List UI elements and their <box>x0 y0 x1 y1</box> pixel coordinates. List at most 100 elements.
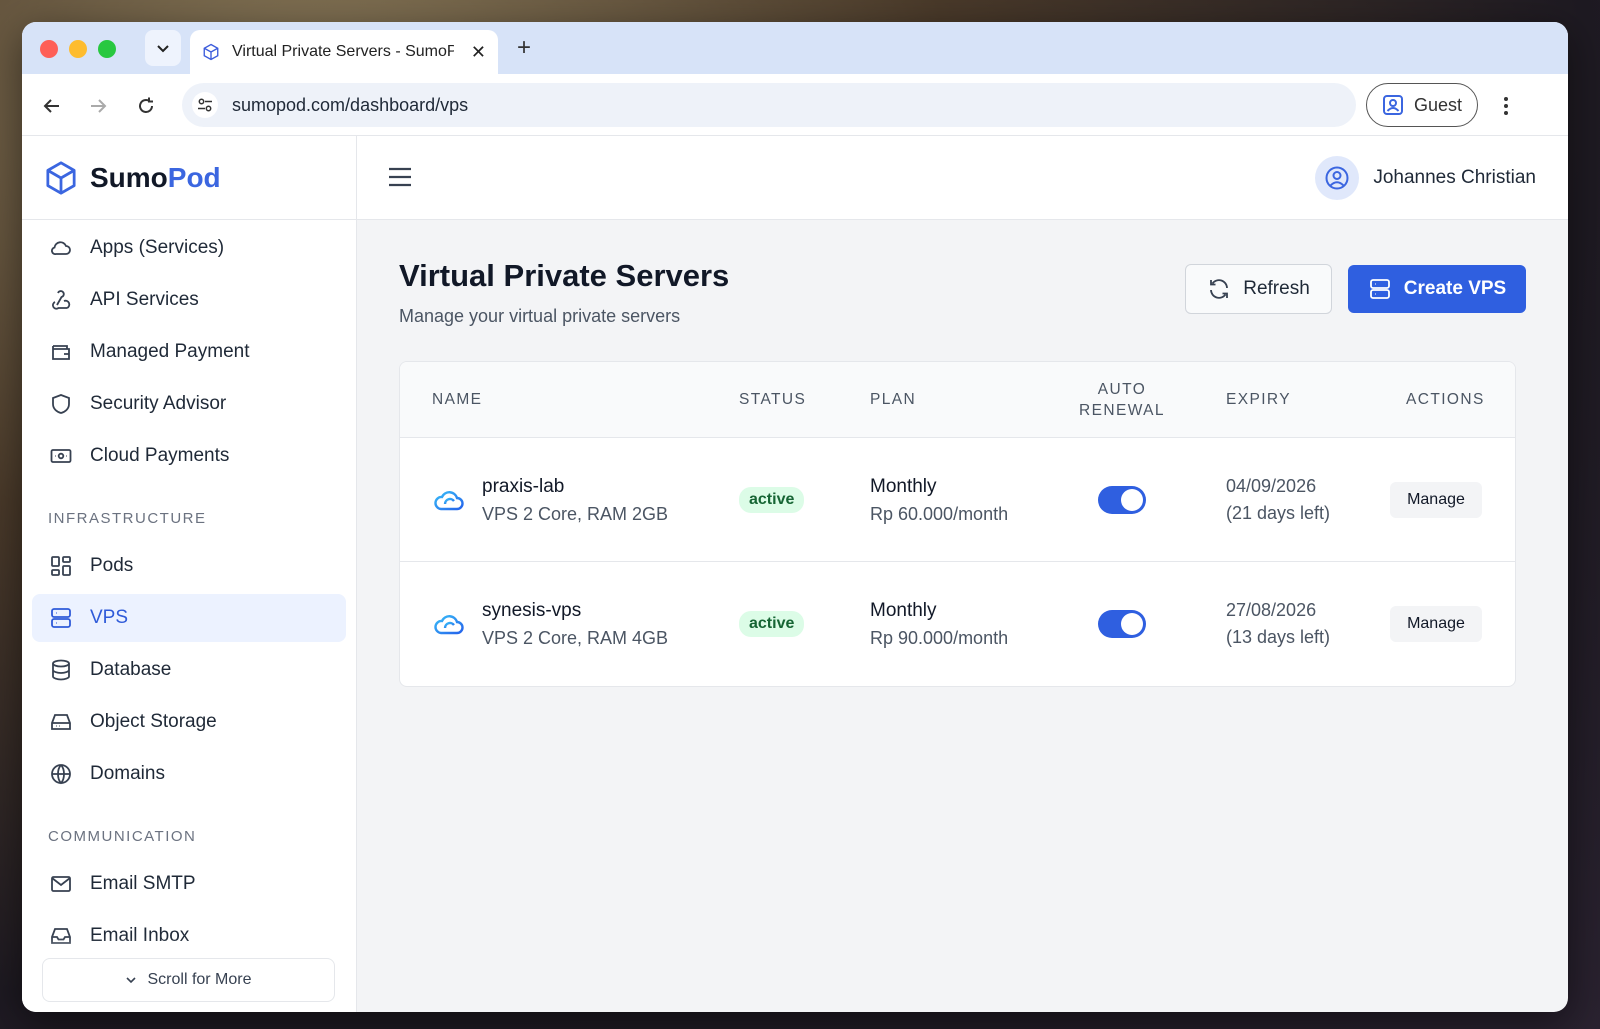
wallet-icon <box>48 339 74 365</box>
forward-button[interactable] <box>84 92 112 120</box>
sidebar-item-object-storage[interactable]: Object Storage <box>32 698 346 746</box>
plan-price: Rp 90.000/month <box>870 627 1009 648</box>
sidebar-item-cloud-payments[interactable]: Cloud Payments <box>32 432 346 480</box>
browser-tab[interactable]: Virtual Private Servers - SumoPod ✕ <box>190 30 498 74</box>
top-bar: Johannes Christian <box>357 136 1568 220</box>
sidebar-item-label: Object Storage <box>90 711 217 732</box>
close-tab-icon[interactable]: ✕ <box>471 42 486 63</box>
manage-button[interactable]: Manage <box>1390 482 1482 518</box>
sidebar-item-label: API Services <box>90 289 199 310</box>
sidebar-item-label: Email SMTP <box>90 873 196 894</box>
vps-name-block: praxis-lab VPS 2 Core, RAM 2GB <box>482 476 668 525</box>
address-bar[interactable]: sumopod.com/dashboard/vps <box>182 83 1356 127</box>
browser-menu-button[interactable] <box>1494 92 1518 120</box>
url-text: sumopod.com/dashboard/vps <box>232 94 469 115</box>
sidebar-item-managed-payment[interactable]: Managed Payment <box>32 328 346 376</box>
scroll-for-more-button[interactable]: Scroll for More <box>42 958 335 1002</box>
sidebar-item-database[interactable]: Database <box>32 646 346 694</box>
table-header: NAME STATUS PLAN AUTO RENEWAL EXPIRY ACT… <box>400 362 1515 438</box>
vps-name[interactable]: synesis-vps <box>482 600 668 622</box>
refresh-label: Refresh <box>1243 278 1310 299</box>
cloud-vps-icon <box>434 615 464 635</box>
sidebar-item-label: Cloud Payments <box>90 445 230 466</box>
manage-button[interactable]: Manage <box>1390 606 1482 642</box>
reload-button[interactable] <box>132 92 160 120</box>
shield-icon <box>48 391 74 417</box>
profile-button[interactable]: Guest <box>1366 83 1478 127</box>
vps-name-cell: synesis-vps VPS 2 Core, RAM 4GB <box>432 562 668 686</box>
sidebar-item-label: Apps (Services) <box>90 237 225 258</box>
cube-logo-icon <box>46 160 76 195</box>
brand-name-b: Pod <box>167 161 221 193</box>
plan-cell: Monthly Rp 60.000/month <box>870 438 1008 562</box>
tab-strip: Virtual Private Servers - SumoPod ✕ + <box>22 22 1568 74</box>
sidebar-item-vps[interactable]: VPS <box>32 594 346 642</box>
brand-name-a: Sumo <box>90 161 168 193</box>
brand[interactable]: SumoPod <box>22 136 356 220</box>
auto-renewal-cell <box>1098 438 1146 562</box>
back-button[interactable] <box>38 92 66 120</box>
sidebar-item-security-advisor[interactable]: Security Advisor <box>32 380 346 428</box>
auto-renewal-toggle[interactable] <box>1098 610 1146 638</box>
banknote-icon <box>48 443 74 469</box>
expiry-cell: 27/08/2026 (13 days left) <box>1226 562 1346 686</box>
vps-spec: VPS 2 Core, RAM 2GB <box>482 503 669 524</box>
sidebar-nav: Apps (Services) API Services Managed Pay… <box>22 224 356 960</box>
refresh-button[interactable]: Refresh <box>1185 264 1332 314</box>
brand-name: SumoPod <box>90 162 221 194</box>
cloud-icon <box>48 235 74 261</box>
server-icon <box>48 605 74 631</box>
vps-name[interactable]: praxis-lab <box>482 476 668 498</box>
expiry-days-left: (13 days left) <box>1226 627 1331 647</box>
sidebar-item-pods[interactable]: Pods <box>32 542 346 590</box>
column-header-name: NAME <box>432 391 483 408</box>
expiry-cell: 04/09/2026 (21 days left) <box>1226 438 1346 562</box>
vps-name-block: synesis-vps VPS 2 Core, RAM 4GB <box>482 600 668 649</box>
menu-toggle-button[interactable] <box>387 164 413 190</box>
cloud-vps-icon <box>434 491 464 511</box>
mail-icon <box>48 871 74 897</box>
sidebar-item-email-inbox[interactable]: Email Inbox <box>32 912 346 960</box>
new-tab-button[interactable]: + <box>510 34 538 62</box>
minimize-window-button[interactable] <box>69 40 87 58</box>
column-header-actions: ACTIONS <box>1406 391 1485 408</box>
auto-renewal-toggle[interactable] <box>1098 486 1146 514</box>
inbox-icon <box>48 923 74 949</box>
page-actions: Refresh Create VPS <box>1185 264 1526 314</box>
refresh-icon <box>1210 279 1229 299</box>
section-title-infrastructure: INFRASTRUCTURE <box>48 509 207 527</box>
sidebar-item-email-smtp[interactable]: Email SMTP <box>32 860 346 908</box>
status-badge: active <box>739 611 805 637</box>
sidebar-item-domains[interactable]: Domains <box>32 750 346 798</box>
sidebar-item-label: Security Advisor <box>90 393 227 414</box>
expiry-date: 04/09/2026 <box>1226 476 1317 496</box>
actions-cell: Manage <box>1390 438 1482 562</box>
table-row: synesis-vps VPS 2 Core, RAM 4GB active M… <box>400 562 1515 686</box>
hamburger-icon <box>389 167 411 187</box>
maximize-window-button[interactable] <box>98 40 116 58</box>
site-info-button[interactable] <box>192 92 218 118</box>
create-vps-button[interactable]: Create VPS <box>1348 265 1526 313</box>
section-title-communication: COMMUNICATION <box>48 827 197 845</box>
server-icon <box>1369 279 1390 299</box>
status-badge: active <box>739 487 805 513</box>
sidebar-item-label: Domains <box>90 763 165 784</box>
person-badge-icon <box>1382 95 1403 115</box>
avatar <box>1315 156 1360 200</box>
globe-icon <box>48 761 74 787</box>
sidebar-item-apps[interactable]: Apps (Services) <box>32 224 346 272</box>
expiry-days-left: (21 days left) <box>1226 503 1331 523</box>
user-menu[interactable]: Johannes Christian <box>1315 156 1536 200</box>
close-window-button[interactable] <box>40 40 58 58</box>
sidebar-item-api-services[interactable]: API Services <box>32 276 346 324</box>
tab-search-button[interactable] <box>145 30 181 66</box>
reload-icon <box>139 97 153 113</box>
hard-drive-icon <box>48 709 74 735</box>
grid-icon <box>48 553 74 579</box>
sidebar-item-label: Database <box>90 659 172 680</box>
vps-name-cell: praxis-lab VPS 2 Core, RAM 2GB <box>432 438 668 562</box>
expiry-text: 04/09/2026 (21 days left) <box>1226 473 1346 527</box>
chevron-down-icon <box>126 977 137 984</box>
plan-price: Rp 60.000/month <box>870 503 1009 524</box>
tune-icon <box>198 98 212 112</box>
